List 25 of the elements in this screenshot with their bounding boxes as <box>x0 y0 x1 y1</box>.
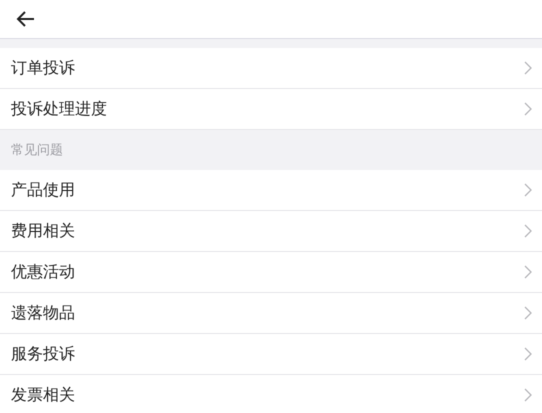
menu-item[interactable]: 发票相关 <box>0 375 542 413</box>
menu-item[interactable]: 遗落物品 <box>0 293 542 334</box>
item-label: 服务投诉 <box>11 344 75 364</box>
section-title: 常见问题 <box>11 142 63 159</box>
chevron-right-icon <box>524 347 532 361</box>
menu-item[interactable]: 投诉处理进度 <box>0 89 542 130</box>
item-label: 投诉处理进度 <box>11 98 107 120</box>
menu-item[interactable]: 订单投诉 <box>0 48 542 89</box>
chevron-right-icon <box>524 183 532 197</box>
item-label: 发票相关 <box>11 384 75 406</box>
item-label: 遗落物品 <box>11 302 75 324</box>
menu-item[interactable]: 产品使用 <box>0 170 542 211</box>
chevron-right-icon <box>524 224 532 238</box>
chevron-right-icon <box>524 306 532 320</box>
chevron-right-icon <box>524 102 532 116</box>
item-label: 优惠活动 <box>11 262 75 282</box>
item-label: 费用相关 <box>11 220 75 242</box>
item-label: 产品使用 <box>11 180 75 200</box>
item-label: 订单投诉 <box>11 58 75 78</box>
chevron-right-icon <box>524 61 532 75</box>
menu-item[interactable]: 服务投诉 <box>0 334 542 375</box>
menu-item[interactable]: 费用相关 <box>0 211 542 252</box>
chevron-right-icon <box>524 388 532 402</box>
menu-item[interactable]: 优惠活动 <box>0 252 542 293</box>
chevron-right-icon <box>524 265 532 279</box>
